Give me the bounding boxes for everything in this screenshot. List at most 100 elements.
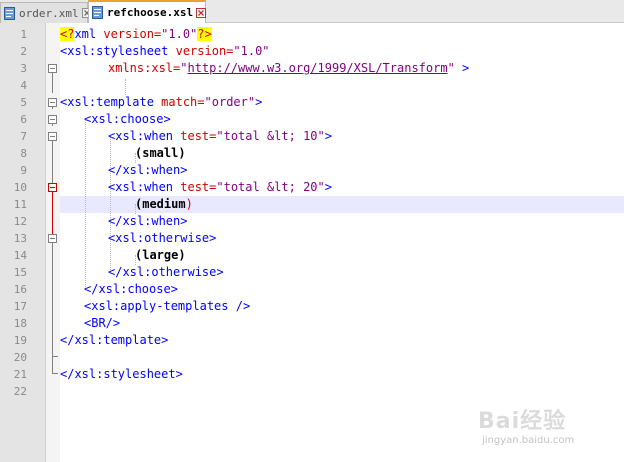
code-line-11: (medium) bbox=[135, 196, 193, 213]
code-line-12: </xsl:when> bbox=[108, 213, 187, 230]
token: </xsl:otherwise> bbox=[108, 265, 224, 279]
code-line-16: </xsl:choose> bbox=[84, 281, 178, 298]
token: xmlns:xsl= bbox=[108, 61, 181, 75]
code-line-14: (large) bbox=[135, 247, 186, 264]
token: > bbox=[324, 180, 332, 194]
line-number: 17 bbox=[13, 300, 27, 313]
line-number: 7 bbox=[20, 130, 27, 143]
line-number: 19 bbox=[13, 334, 27, 347]
fold-line bbox=[52, 356, 53, 373]
token: > bbox=[454, 61, 470, 75]
token: </xsl:when> bbox=[108, 163, 188, 177]
code-line-7: <xsl:when test="total &lt; 10"> bbox=[108, 128, 332, 145]
token: (small) bbox=[135, 146, 186, 160]
tab-label: refchoose.xsl bbox=[107, 6, 194, 19]
token: "total &lt; 20" bbox=[216, 180, 325, 194]
code-area[interactable]: <?xml version="1.0"?> <xsl:stylesheet ve… bbox=[60, 23, 624, 462]
line-number: 16 bbox=[13, 283, 27, 296]
fold-toggle-icon[interactable] bbox=[48, 98, 57, 107]
tab-order-xml[interactable]: order.xml bbox=[0, 2, 92, 23]
token: " bbox=[447, 61, 455, 75]
line-number: 14 bbox=[13, 249, 27, 262]
indent-guide bbox=[125, 79, 126, 95]
code-line-9: </xsl:when> bbox=[108, 162, 187, 179]
fold-toggle-icon[interactable] bbox=[48, 234, 57, 243]
fold-toggle-icon[interactable] bbox=[48, 64, 57, 73]
token: <xsl:when bbox=[108, 129, 181, 143]
fold-line bbox=[52, 124, 53, 126]
fold-toggle-icon[interactable] bbox=[48, 183, 57, 192]
indent-guide bbox=[110, 136, 111, 272]
token: <xsl:template bbox=[60, 95, 162, 109]
token: match= bbox=[161, 95, 205, 109]
code-line-2: <xsl:stylesheet version="1.0" bbox=[60, 43, 270, 60]
watermark: Bai经验 jingyan.baidu.com bbox=[478, 403, 618, 458]
watermark-brand: Bai经验 bbox=[478, 409, 567, 434]
token: <BR/> bbox=[84, 316, 121, 330]
watermark-url: jingyan.baidu.com bbox=[482, 435, 575, 446]
line-number: 11 bbox=[13, 198, 27, 211]
fold-toggle-icon[interactable] bbox=[48, 132, 57, 141]
line-number: 15 bbox=[13, 266, 27, 279]
code-line-18: <BR/> bbox=[84, 315, 120, 332]
line-number: 10 bbox=[13, 181, 27, 194]
line-number: 3 bbox=[20, 62, 27, 75]
code-line-8: (small) bbox=[135, 145, 186, 162]
file-icon bbox=[92, 6, 103, 19]
token: "1.0" bbox=[161, 27, 198, 41]
line-number: 18 bbox=[13, 317, 27, 330]
fold-line bbox=[52, 287, 53, 356]
code-line-21: </xsl:stylesheet> bbox=[60, 366, 183, 383]
token: <xsl:stylesheet bbox=[60, 44, 176, 58]
token: > bbox=[255, 95, 263, 109]
tab-label: order.xml bbox=[19, 6, 79, 20]
token: <xsl:when bbox=[108, 180, 181, 194]
namespace-url-link[interactable]: http://www.w3.org/1999/XSL/Transform bbox=[187, 61, 447, 75]
tab-bar: order.xml refchoose.xsl bbox=[0, 0, 624, 23]
token: <xsl:apply-templates /> bbox=[84, 299, 251, 313]
fold-line bbox=[52, 107, 53, 109]
fold-end-marker bbox=[52, 373, 58, 374]
line-number: 5 bbox=[20, 96, 27, 109]
line-number: 12 bbox=[13, 215, 27, 228]
token: (large) bbox=[135, 248, 186, 262]
line-number: 22 bbox=[13, 385, 27, 398]
line-number: 21 bbox=[13, 368, 27, 381]
token: "1.0" bbox=[233, 44, 270, 58]
file-icon bbox=[4, 6, 15, 20]
token: <xsl:otherwise> bbox=[108, 231, 217, 245]
token: > bbox=[324, 129, 332, 143]
token: <xsl:choose> bbox=[84, 112, 171, 126]
tab-refchoose-xsl[interactable]: refchoose.xsl bbox=[88, 0, 207, 23]
line-number: 9 bbox=[20, 164, 27, 177]
token: </xsl:when> bbox=[108, 214, 188, 228]
line-number: 1 bbox=[20, 28, 27, 41]
token: (medium bbox=[135, 197, 186, 211]
token: version= bbox=[175, 44, 234, 58]
fold-line bbox=[52, 73, 53, 93]
line-number: 20 bbox=[13, 351, 27, 364]
line-number: 6 bbox=[20, 113, 27, 126]
code-line-19: </xsl:template> bbox=[60, 332, 168, 349]
fold-line bbox=[52, 141, 53, 183]
token: version= bbox=[96, 27, 162, 41]
token: ) bbox=[185, 197, 193, 211]
token: xml bbox=[74, 27, 97, 41]
code-line-10: <xsl:when test="total &lt; 20"> bbox=[108, 179, 332, 196]
token: </xsl:choose> bbox=[84, 282, 178, 296]
code-editor[interactable]: 1 2 3 4 5 6 7 8 9 10 11 12 13 14 15 16 1… bbox=[0, 23, 624, 462]
fold-line bbox=[52, 243, 53, 287]
fold-toggle-icon[interactable] bbox=[48, 115, 57, 124]
token: test= bbox=[180, 129, 217, 143]
xml-decl-open: <? bbox=[60, 27, 75, 41]
code-line-3: xmlns:xsl= "http://www.w3.org/1999/XSL/Tr… bbox=[108, 60, 469, 77]
line-number: 13 bbox=[13, 232, 27, 245]
token: "order" bbox=[204, 95, 256, 109]
code-line-6: <xsl:choose> bbox=[84, 111, 171, 128]
line-number: 4 bbox=[20, 79, 27, 92]
close-icon[interactable] bbox=[196, 7, 207, 18]
code-line-15: </xsl:otherwise> bbox=[108, 264, 224, 281]
token: </xsl:template> bbox=[60, 333, 169, 347]
code-line-13: <xsl:otherwise> bbox=[108, 230, 216, 247]
code-line-5: <xsl:template match="order"> bbox=[60, 94, 262, 111]
